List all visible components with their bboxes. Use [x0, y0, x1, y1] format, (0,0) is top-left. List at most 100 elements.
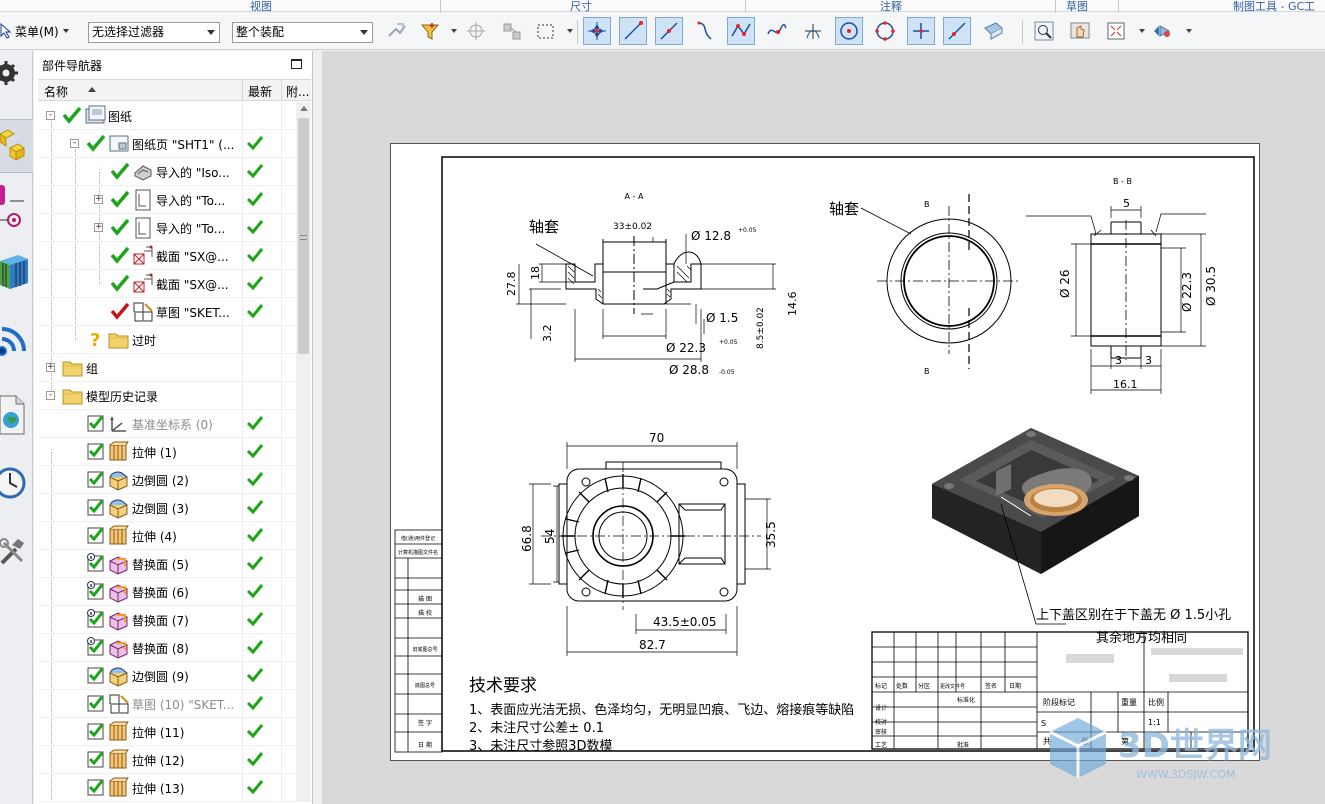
navigator-row[interactable]: 拉伸 (4) [38, 522, 295, 550]
navigator-row[interactable]: - 模型历史记录 [38, 382, 295, 410]
chevron-down-icon[interactable] [1139, 29, 1145, 33]
navigator-row[interactable]: 截面 "SX@... [38, 242, 295, 270]
constraint-icon[interactable] [0, 181, 33, 235]
navigator-row[interactable]: 边倒圆 (2) [38, 466, 295, 494]
checkbox-icon[interactable] [86, 637, 106, 657]
intersection-snap-icon[interactable] [727, 17, 755, 45]
checkbox-icon[interactable] [110, 189, 130, 209]
checkbox-icon[interactable] [86, 609, 106, 629]
navigator-row[interactable]: 草图 (10) "SKET... [38, 690, 295, 718]
checkbox-icon[interactable] [110, 273, 130, 293]
checkbox-icon[interactable] [86, 581, 106, 601]
part-navigator-icon[interactable] [0, 119, 33, 173]
surface-point-icon[interactable] [979, 17, 1007, 45]
navigator-row[interactable]: + 导入的 "To... [38, 186, 295, 214]
checkbox-icon[interactable] [110, 161, 130, 181]
navigator-row[interactable]: + 导入的 "To... [38, 214, 295, 242]
navigator-row[interactable]: 拉伸 (1) [38, 438, 295, 466]
checkbox-icon[interactable] [86, 441, 106, 461]
orient-view-icon[interactable] [1148, 17, 1176, 45]
quadrant-point-icon[interactable] [871, 17, 899, 45]
chevron-down-icon[interactable] [1186, 29, 1192, 33]
column-divider[interactable] [242, 80, 243, 101]
collapse-icon[interactable]: - [46, 111, 55, 120]
chevron-down-icon[interactable] [567, 29, 573, 33]
navigator-row[interactable]: - 图纸 [38, 102, 295, 130]
expand-icon[interactable]: + [94, 223, 103, 232]
navigator-row[interactable]: 拉伸 (11) [38, 718, 295, 746]
outdated-icon[interactable]: ? [86, 329, 106, 349]
column-divider[interactable] [281, 80, 282, 101]
checkbox-icon[interactable] [86, 553, 106, 573]
tools-icon[interactable] [0, 521, 33, 575]
web-icon[interactable] [0, 311, 33, 365]
selection-filter-dropdown[interactable]: 无选择过滤器 [88, 22, 220, 43]
endpoint-snap-icon[interactable] [619, 17, 647, 45]
checkbox-icon[interactable] [62, 105, 82, 125]
history-icon[interactable] [0, 456, 33, 510]
checkbox-icon[interactable] [86, 497, 106, 517]
checkbox-icon[interactable] [86, 133, 106, 153]
navigator-row[interactable]: 导入的 "Iso... [38, 158, 295, 186]
checkbox-icon[interactable] [86, 413, 106, 433]
navigator-row[interactable]: 基准坐标系 (0) [38, 410, 295, 438]
scroll-up-arrow-icon[interactable] [300, 106, 308, 111]
sort-ascending-icon[interactable] [88, 87, 96, 92]
snap-enable-icon[interactable] [583, 17, 611, 45]
globe-icon[interactable] [0, 388, 33, 442]
arc-center-snap-icon[interactable] [835, 17, 863, 45]
assembly-select-icon[interactable] [498, 17, 526, 45]
zoom-fit-icon[interactable] [1030, 17, 1058, 45]
fit-view-icon[interactable] [1102, 17, 1130, 45]
expand-icon[interactable]: + [46, 363, 55, 372]
navigator-row[interactable]: - 图纸页 "SHT1" (... [38, 130, 295, 158]
navigator-row[interactable]: 草图 "SKET... [38, 298, 295, 326]
column-header-name[interactable]: 名称 [44, 83, 68, 100]
navigator-row[interactable]: 替换面 (5) [38, 550, 295, 578]
rectangle-select-icon[interactable] [532, 17, 560, 45]
filter-icon[interactable] [416, 17, 444, 45]
point-on-line-icon[interactable] [943, 17, 971, 45]
layer-icon[interactable] [0, 245, 33, 299]
collapse-icon[interactable]: - [46, 391, 55, 400]
navigator-row[interactable]: 替换面 (7) [38, 606, 295, 634]
checkbox-icon[interactable] [86, 665, 106, 685]
snap-point-icon[interactable] [462, 17, 490, 45]
control-point-icon[interactable] [691, 17, 719, 45]
navigator-row[interactable]: 边倒圆 (3) [38, 494, 295, 522]
general-selection-intent-icon[interactable] [382, 17, 410, 45]
navigator-row[interactable]: 替换面 (6) [38, 578, 295, 606]
navigator-row[interactable]: ? 过时 [38, 326, 295, 354]
column-header-latest[interactable]: 最新 [248, 83, 272, 100]
navigator-row[interactable]: 替换面 (8) [38, 634, 295, 662]
column-header-attached[interactable]: 附... [286, 83, 309, 100]
chevron-down-icon[interactable] [451, 29, 457, 33]
expand-icon[interactable]: + [94, 195, 103, 204]
checkbox-icon[interactable] [86, 749, 106, 769]
navigator-scrollbar[interactable] [296, 102, 311, 802]
checkbox-icon[interactable] [86, 693, 106, 713]
menu-button[interactable]: 菜单(M) [0, 20, 69, 42]
navigator-row[interactable]: 拉伸 (12) [38, 746, 295, 774]
maximize-icon[interactable] [291, 59, 302, 69]
drawing-sheet[interactable]: A - A 轴套 33±0.02 Ø 12.8 +0.05 27.8 18 3.… [390, 143, 1260, 761]
point-on-curve-icon[interactable] [763, 17, 791, 45]
pan-icon[interactable] [1066, 17, 1094, 45]
collapse-icon[interactable]: - [70, 139, 79, 148]
assembly-scope-dropdown[interactable]: 整个装配 [232, 22, 373, 43]
checkbox-icon[interactable] [86, 721, 106, 741]
checkbox-icon[interactable] [86, 525, 106, 545]
checkbox-icon[interactable] [86, 469, 106, 489]
checkbox-icon[interactable] [110, 217, 130, 237]
midpoint-snap-icon[interactable] [655, 17, 683, 45]
tangent-point-icon[interactable] [799, 17, 827, 45]
navigator-row[interactable]: 拉伸 (13) [38, 774, 295, 802]
graphics-window[interactable]: A - A 轴套 33±0.02 Ø 12.8 +0.05 27.8 18 3.… [322, 51, 1325, 804]
navigator-row[interactable]: 截面 "SX@... [38, 270, 295, 298]
existing-point-icon[interactable] [907, 17, 935, 45]
navigator-row[interactable]: + 组 [38, 354, 295, 382]
gear-icon[interactable] [0, 53, 33, 93]
checkbox-icon[interactable] [110, 301, 130, 321]
navigator-row[interactable]: 边倒圆 (9) [38, 662, 295, 690]
checkbox-icon[interactable] [86, 777, 106, 797]
